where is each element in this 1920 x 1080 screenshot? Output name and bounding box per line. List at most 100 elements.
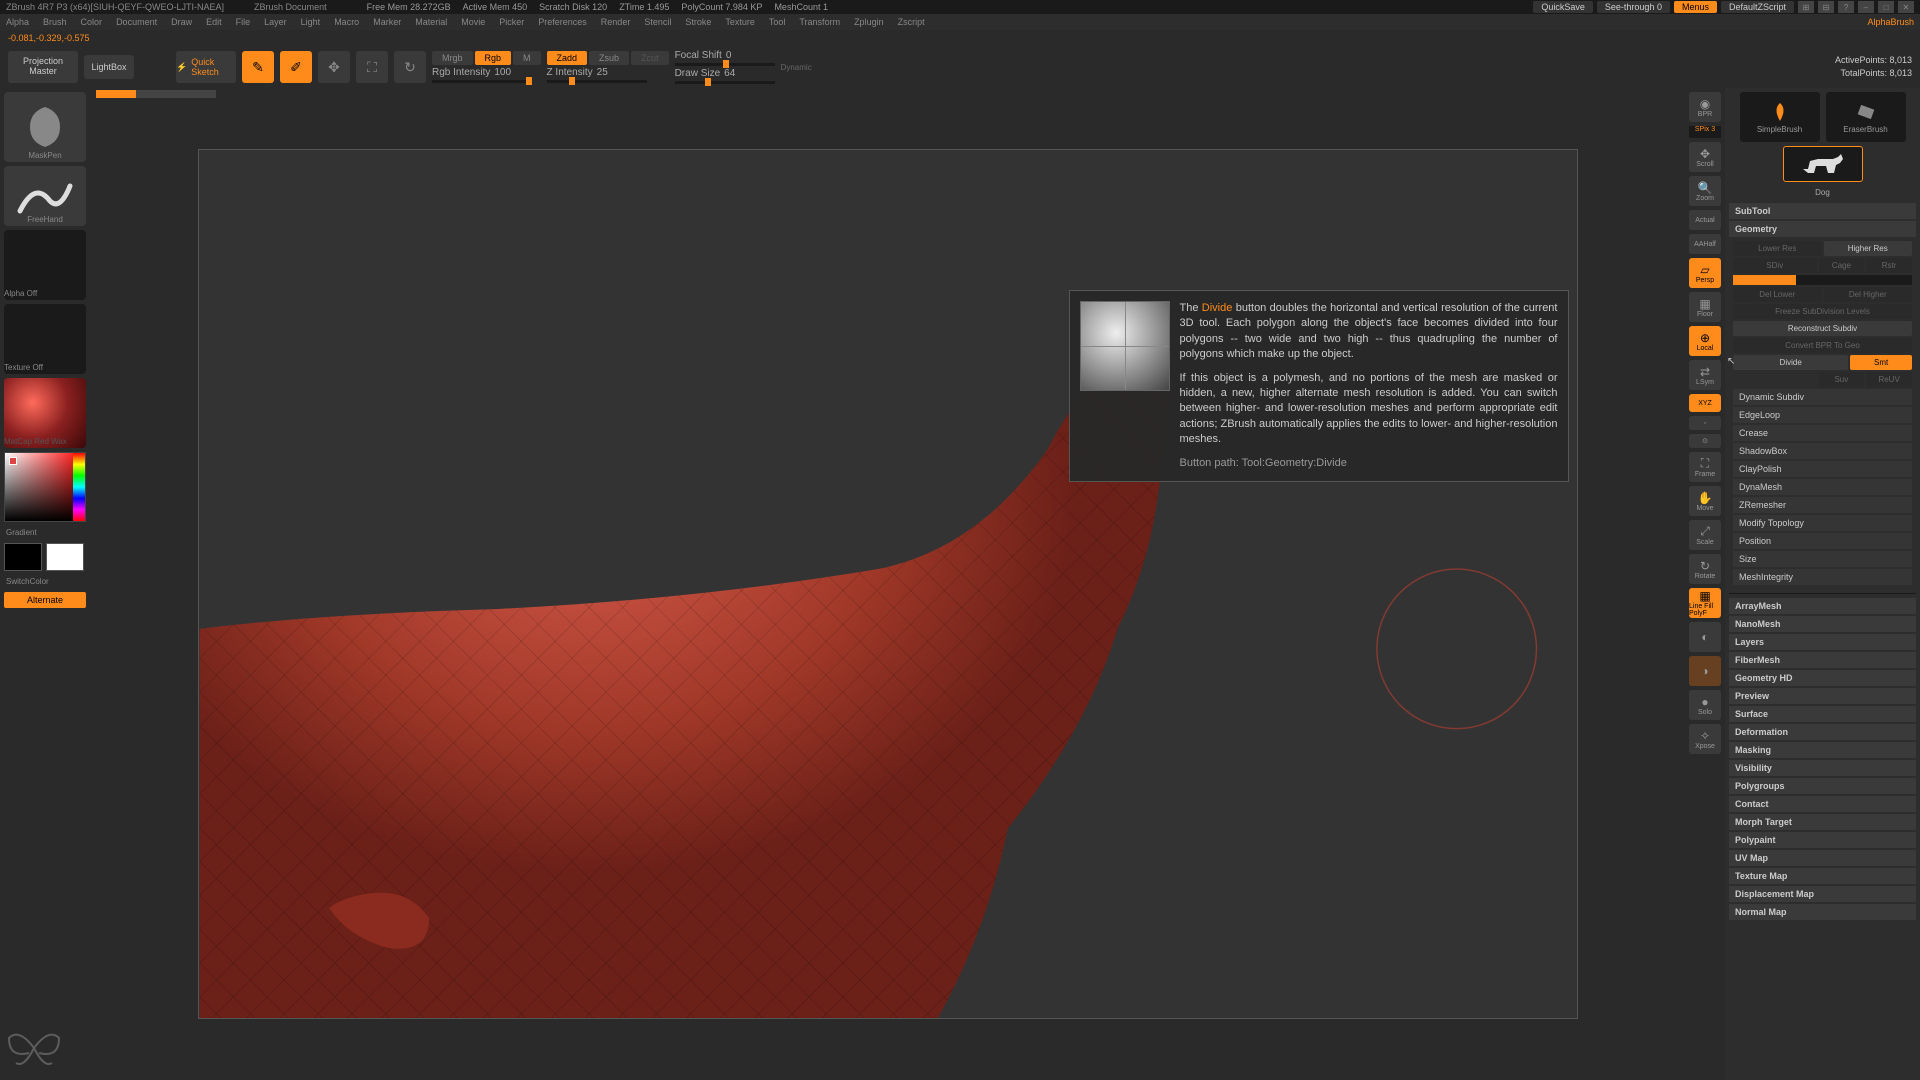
sub-position[interactable]: Position (1733, 533, 1912, 549)
section-subtool[interactable]: SubTool (1729, 203, 1916, 219)
cage-button[interactable]: Cage (1819, 258, 1865, 273)
local-button[interactable]: ⊕Local (1689, 326, 1721, 356)
z-intensity-slider[interactable] (547, 80, 647, 83)
menu-transform[interactable]: Transform (799, 17, 840, 27)
viewport[interactable]: The Divide button doubles the horizontal… (198, 149, 1578, 1019)
higher-res-button[interactable]: Higher Res (1824, 241, 1913, 256)
alternate-button[interactable]: Alternate (4, 592, 86, 608)
menu-picker[interactable]: Picker (499, 17, 524, 27)
draw-size-slider[interactable] (675, 81, 775, 84)
transp-button[interactable]: ◐ (1689, 622, 1721, 652)
zoom-button[interactable]: 🔍Zoom (1689, 176, 1721, 206)
scroll-button[interactable]: ✥Scroll (1689, 142, 1721, 172)
menu-file[interactable]: File (236, 17, 251, 27)
menu-texture[interactable]: Texture (725, 17, 755, 27)
zadd-button[interactable]: Zadd (547, 51, 588, 65)
reconstruct-button[interactable]: Reconstruct Subdiv (1733, 321, 1912, 336)
move-nav-button[interactable]: ✋Move (1689, 486, 1721, 516)
rotate-button[interactable]: ↻ (394, 51, 426, 83)
minimize-icon[interactable]: – (1858, 1, 1874, 13)
primary-color[interactable] (46, 543, 84, 571)
fit-button[interactable]: ⊙ (1689, 434, 1721, 448)
move-button[interactable]: ✥ (318, 51, 350, 83)
gradient-label[interactable]: Gradient (4, 526, 86, 539)
projection-master-button[interactable]: Projection Master (8, 51, 78, 83)
mrgb-button[interactable]: Mrgb (432, 51, 473, 65)
section-nanomesh[interactable]: NanoMesh (1729, 616, 1916, 632)
section-polygroups[interactable]: Polygroups (1729, 778, 1916, 794)
zsub-button[interactable]: Zsub (589, 51, 629, 65)
section-deformation[interactable]: Deformation (1729, 724, 1916, 740)
alpha-selector[interactable]: Alpha Off (4, 230, 86, 300)
section-contact[interactable]: Contact (1729, 796, 1916, 812)
section-polypaint[interactable]: Polypaint (1729, 832, 1916, 848)
switchcolor-button[interactable]: SwitchColor (4, 575, 86, 588)
texture-selector[interactable]: Texture Off (4, 304, 86, 374)
sub-claypolish[interactable]: ClayPolish (1733, 461, 1912, 477)
help-icon[interactable]: ? (1838, 1, 1854, 13)
brush-selector[interactable]: MaskPen (4, 92, 86, 162)
divide-button[interactable]: ↖ Divide (1733, 355, 1848, 370)
rstr-button[interactable]: Rstr (1866, 258, 1912, 273)
section-layers[interactable]: Layers (1729, 634, 1916, 650)
suv-button[interactable]: Suv (1819, 372, 1865, 387)
section-geometry-hd[interactable]: Geometry HD (1729, 670, 1916, 686)
pin2-icon[interactable]: ⊟ (1818, 1, 1834, 13)
scale-button[interactable]: ⛶ (356, 51, 388, 83)
quick-sketch-button[interactable]: ⚡ Quick Sketch (176, 51, 236, 83)
menu-stroke[interactable]: Stroke (685, 17, 711, 27)
dynamic-label[interactable]: Dynamic (781, 63, 812, 72)
section-visibility[interactable]: Visibility (1729, 760, 1916, 776)
menu-preferences[interactable]: Preferences (538, 17, 587, 27)
rgb-intensity-slider[interactable] (432, 80, 532, 83)
tool-thumb-dog[interactable] (1783, 146, 1863, 182)
sub-meshintegrity[interactable]: MeshIntegrity (1733, 569, 1912, 585)
section-geometry[interactable]: Geometry (1729, 221, 1916, 237)
sdiv-slider[interactable]: SDiv (1733, 258, 1817, 273)
maximize-icon[interactable]: □ (1878, 1, 1894, 13)
sub-dynamic-subdiv[interactable]: Dynamic Subdiv (1733, 389, 1912, 405)
floor-button[interactable]: ▦Floor (1689, 292, 1721, 322)
center-button[interactable]: ◦ (1689, 416, 1721, 430)
sub-edgeloop[interactable]: EdgeLoop (1733, 407, 1912, 423)
solo-button[interactable]: ●Solo (1689, 690, 1721, 720)
sdiv-level-slider[interactable] (1733, 275, 1912, 285)
hue-strip[interactable] (73, 453, 85, 521)
sub-zremesher[interactable]: ZRemesher (1733, 497, 1912, 513)
section-normal-map[interactable]: Normal Map (1729, 904, 1916, 920)
section-fibermesh[interactable]: FiberMesh (1729, 652, 1916, 668)
menu-light[interactable]: Light (301, 17, 321, 27)
lsym-button[interactable]: ⇄LSym (1689, 360, 1721, 390)
rotate-nav-button[interactable]: ↻Rotate (1689, 554, 1721, 584)
brush-thumb-simple[interactable]: SimpleBrush (1740, 92, 1820, 142)
ghost-button[interactable]: ◑ (1689, 656, 1721, 686)
convert-button[interactable]: Convert BPR To Geo (1733, 338, 1912, 353)
reuv-button[interactable]: ReUV (1866, 372, 1912, 387)
draw-button[interactable]: ✐ (280, 51, 312, 83)
menu-brush[interactable]: Brush (43, 17, 67, 27)
menu-alphabrush[interactable]: AlphaBrush (1867, 17, 1914, 27)
stroke-selector[interactable]: FreeHand (4, 166, 86, 226)
menu-material[interactable]: Material (415, 17, 447, 27)
xpose-button[interactable]: ✧Xpose (1689, 724, 1721, 754)
aahalf-button[interactable]: AAHalf (1689, 234, 1721, 254)
secondary-color[interactable] (4, 543, 42, 571)
lightbox-button[interactable]: LightBox (84, 55, 134, 79)
menu-document[interactable]: Document (116, 17, 157, 27)
menu-zscript[interactable]: Zscript (898, 17, 925, 27)
bpr-button[interactable]: ◉BPR (1689, 92, 1721, 122)
section-displacement-map[interactable]: Displacement Map (1729, 886, 1916, 902)
defaultscript-button[interactable]: DefaultZScript (1721, 1, 1794, 13)
seethrough-slider[interactable]: See-through 0 (1597, 1, 1670, 13)
spix-slider[interactable]: SPix 3 (1689, 126, 1721, 138)
menu-marker[interactable]: Marker (373, 17, 401, 27)
section-arraymesh[interactable]: ArrayMesh (1729, 598, 1916, 614)
sub-size[interactable]: Size (1733, 551, 1912, 567)
xyz-button[interactable]: XYZ (1689, 394, 1721, 412)
menu-alpha[interactable]: Alpha (6, 17, 29, 27)
actual-button[interactable]: Actual (1689, 210, 1721, 230)
menu-render[interactable]: Render (601, 17, 631, 27)
pin-icon[interactable]: ⊞ (1798, 1, 1814, 13)
canvas-scroll-h[interactable] (96, 90, 216, 98)
section-preview[interactable]: Preview (1729, 688, 1916, 704)
